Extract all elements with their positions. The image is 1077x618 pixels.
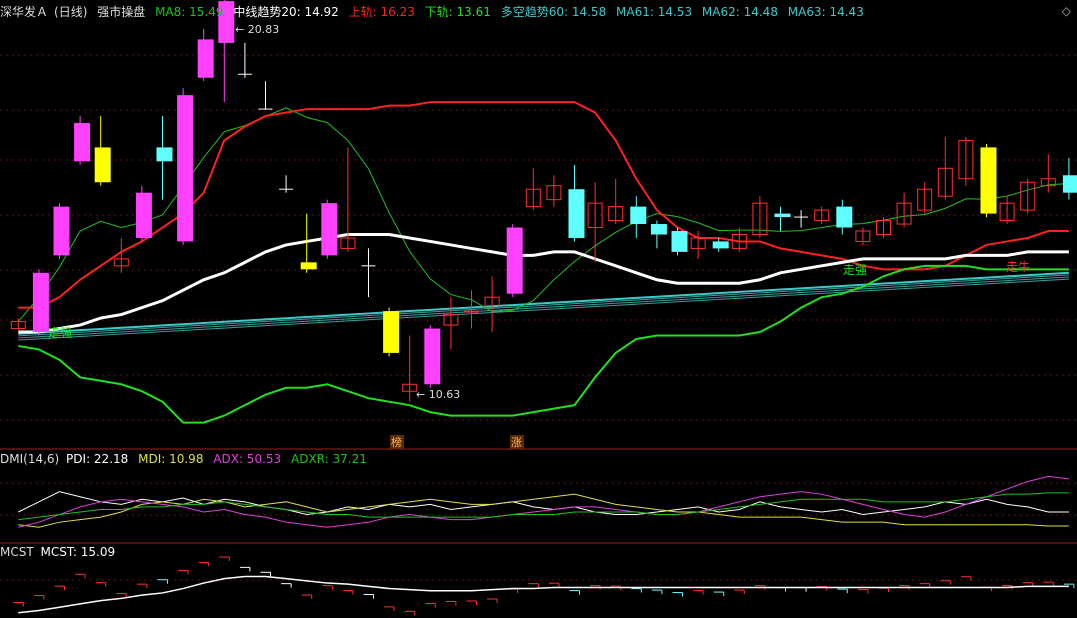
pdi-value: PDI: 22.18 [66, 452, 129, 466]
mcst-line [18, 575, 1069, 614]
candle-body [712, 241, 729, 249]
collapse-diamond-icon[interactable]: ◇ [1062, 4, 1071, 18]
band-line [18, 232, 1069, 334]
lower-band-value: 下轨: 13.61 [424, 5, 491, 19]
low-price-label: ← 10.63 [416, 388, 460, 401]
mid-trend-value: 中线趋势20: 14.92 [233, 5, 339, 19]
dmi-header: DMI(14,6) PDI: 22.18 MDI: 10.98 ADX: 50.… [0, 451, 373, 467]
ma6x-line [18, 278, 1069, 341]
candle-body [1062, 175, 1077, 193]
candle-body [321, 203, 338, 256]
candle-body [94, 147, 111, 183]
ma62-value: MA62: 14.48 [701, 5, 778, 19]
period-label[interactable]: (日线) [54, 5, 87, 19]
ma6x-line [18, 271, 1069, 335]
candle-body [74, 123, 91, 162]
marker-label: 涨 [511, 436, 522, 449]
candle-body [568, 189, 585, 238]
candle-body [197, 39, 214, 78]
marker-label: 榜 [391, 435, 402, 449]
upper-band-value: 上轨: 16.23 [348, 5, 415, 19]
candle-body [177, 95, 194, 242]
ma63-value: MA63: 14.43 [787, 5, 864, 19]
candle-body [650, 224, 667, 235]
candle-body [671, 231, 688, 252]
candle-body [135, 192, 152, 238]
mcst-value: MCST: 15.09 [40, 545, 116, 559]
adx-value: ADX: 50.53 [213, 452, 282, 466]
signal-label: 走牛 [1006, 259, 1030, 274]
candle-body [300, 262, 317, 270]
candle-body [32, 272, 49, 333]
adxr-value: ADXR: 37.21 [291, 452, 367, 466]
candle-body [774, 213, 791, 218]
mcst-name[interactable]: MCST [0, 545, 34, 559]
stock-name[interactable]: 深华发Ａ [0, 5, 48, 19]
main-chart-header: 深华发Ａ (日线) 强市操盘 MA8: 15.49 中线趋势20: 14.92 上… [0, 4, 870, 20]
mcst-header: MCST MCST: 15.09 [0, 544, 121, 560]
signal-label: 走强 [843, 263, 867, 277]
signal-label: 走强 [48, 326, 72, 340]
candle-body [980, 147, 997, 214]
high-price-label: ← 20.83 [235, 23, 279, 36]
ma8-value: MA8: 15.49 [155, 5, 224, 19]
candle-body [383, 311, 400, 353]
chart-canvas: ← 20.83← 10.63走强走强 走牛榜涨 [0, 0, 1077, 616]
indicator-label[interactable]: 强市操盘 [97, 5, 145, 19]
candle-body [53, 206, 70, 256]
candle-body [836, 206, 853, 228]
long-trend-value: 多空趋势60: 14.58 [500, 5, 607, 19]
band-line [18, 264, 1069, 424]
candle-body [464, 310, 479, 313]
ma61-value: MA61: 14.53 [616, 5, 693, 19]
candle-body [506, 227, 523, 294]
candle-body [156, 147, 173, 162]
ma6x-line [18, 274, 1069, 337]
mdi-value: MDI: 10.98 [138, 452, 204, 466]
dmi-name[interactable]: DMI(14,6) [0, 452, 59, 466]
candle-body [630, 206, 647, 225]
candle-body [424, 328, 441, 385]
ma6x-line [18, 276, 1069, 339]
